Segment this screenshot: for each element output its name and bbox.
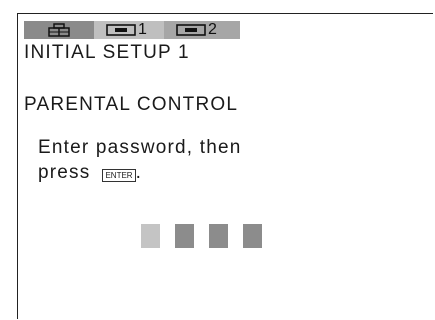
instruction-press: press: [38, 162, 91, 183]
vcr-tape-icon: [106, 24, 136, 36]
instruction-end: .: [135, 162, 141, 183]
instruction-line-2: press ENTER .: [38, 162, 141, 184]
password-digit-box[interactable]: [209, 224, 228, 248]
tv-setup-icon: [48, 23, 70, 37]
password-field[interactable]: [141, 224, 277, 248]
tab-number: 2: [208, 21, 217, 38]
menu-tabs: 1 2: [24, 21, 240, 39]
instruction-line-1: Enter password, then: [38, 137, 242, 158]
tab-vcr-2[interactable]: 2: [164, 21, 240, 39]
page-title: INITIAL SETUP 1: [24, 42, 190, 63]
tab-vcr-1[interactable]: 1: [94, 21, 164, 39]
section-heading: PARENTAL CONTROL: [24, 94, 239, 115]
password-digit-box[interactable]: [243, 224, 262, 248]
vcr-tape-icon: [176, 24, 206, 36]
password-digit-box[interactable]: [175, 224, 194, 248]
osd-screen: 1 2 INITIAL SETUP 1 PARENTAL CONTROL Ent…: [17, 13, 433, 319]
password-digit-box[interactable]: [141, 224, 160, 248]
tab-setup[interactable]: [24, 21, 94, 39]
enter-key-icon: ENTER: [102, 168, 136, 182]
tab-number: 1: [138, 21, 147, 38]
